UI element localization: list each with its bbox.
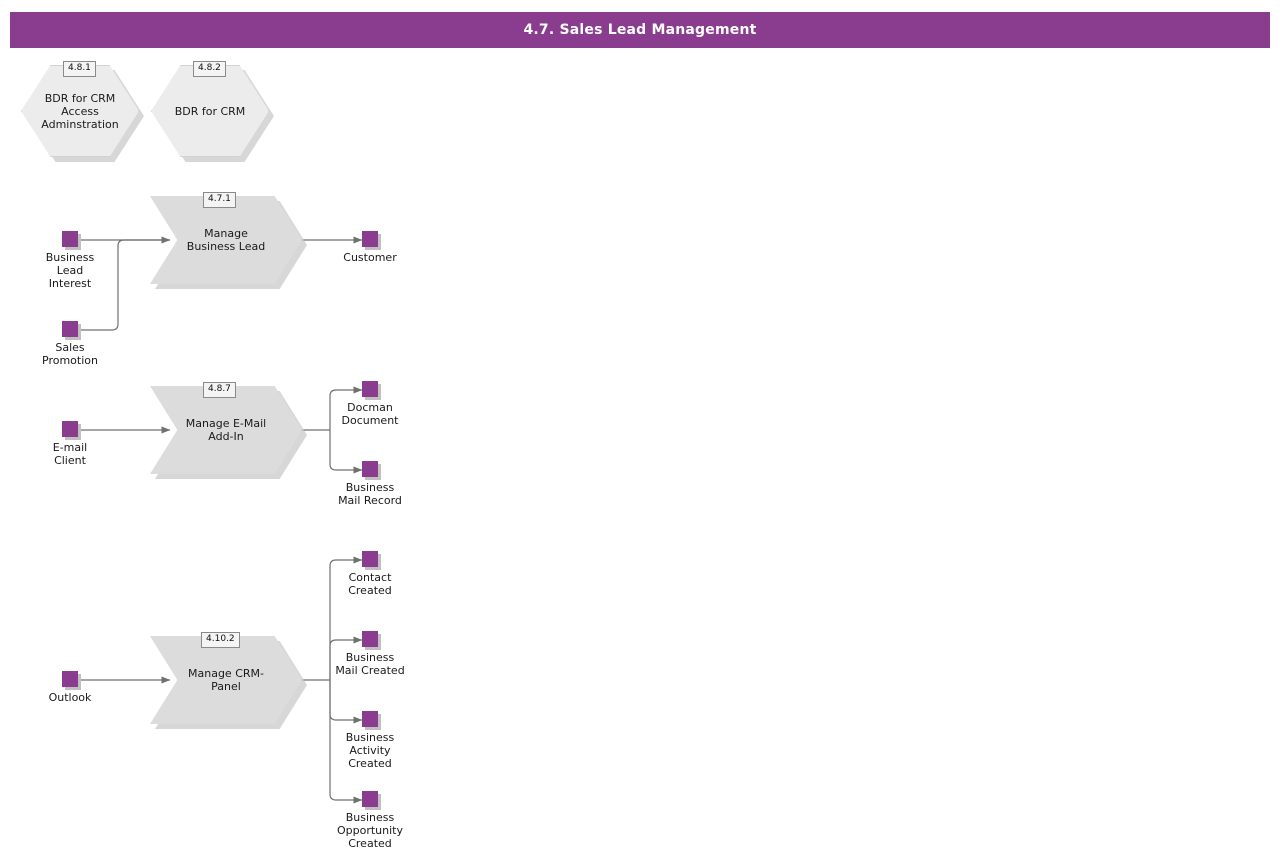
object-square-icon bbox=[362, 791, 378, 807]
process-node-label: Manage E-Mail Add-In bbox=[185, 417, 267, 443]
process-node-label: Manage CRM- Panel bbox=[188, 667, 264, 693]
object-node-label: Outlook bbox=[48, 691, 92, 704]
page-header-bar: 4.7. Sales Lead Management bbox=[10, 12, 1270, 48]
object-node-label: Docman Document bbox=[341, 401, 399, 427]
connector-process487-to-business-mail-record bbox=[329, 430, 363, 474]
object-node-label: Customer bbox=[343, 251, 397, 264]
object-node-label: Business Mail Created bbox=[335, 651, 405, 677]
process-node-manage-email-add-in[interactable]: Manage E-Mail Add-In bbox=[150, 386, 307, 479]
object-square-icon bbox=[362, 231, 378, 247]
domain-node-label: BDR for CRM bbox=[174, 104, 246, 118]
process-id-tag-4-7-1[interactable]: 4.7.1 bbox=[203, 192, 236, 208]
object-node-label: E-mail Client bbox=[52, 441, 88, 467]
object-square-icon bbox=[362, 461, 378, 477]
object-node-label: Business Opportunity Created bbox=[336, 811, 403, 850]
object-square-icon bbox=[62, 321, 78, 337]
object-square-icon bbox=[62, 421, 78, 437]
object-node-label: Contact Created bbox=[348, 571, 392, 597]
object-node-label: Business Lead Interest bbox=[45, 251, 95, 290]
object-square-icon bbox=[362, 631, 378, 647]
domain-node-label: BDR for CRM Access Adminstration bbox=[41, 91, 119, 131]
domain-id-tag-4-8-2[interactable]: 4.8.2 bbox=[193, 61, 226, 77]
object-square-icon bbox=[362, 711, 378, 727]
process-id-tag-4-10-2[interactable]: 4.10.2 bbox=[201, 632, 240, 648]
domain-id-tag-4-8-1[interactable]: 4.8.1 bbox=[63, 61, 96, 77]
object-node-label: Sales Promotion bbox=[42, 341, 98, 367]
object-square-icon bbox=[62, 231, 78, 247]
object-square-icon bbox=[62, 671, 78, 687]
process-id-tag-4-8-7[interactable]: 4.8.7 bbox=[203, 382, 236, 398]
process-node-manage-business-lead[interactable]: Manage Business Lead bbox=[150, 196, 307, 289]
connector-process4102-to-business-activity-created bbox=[329, 680, 363, 724]
object-square-icon bbox=[362, 551, 378, 567]
page-title: 4.7. Sales Lead Management bbox=[523, 22, 757, 38]
object-square-icon bbox=[362, 381, 378, 397]
object-node-label: Business Mail Record bbox=[338, 481, 402, 507]
object-node-label: Business Activity Created bbox=[345, 731, 395, 770]
process-node-label: Manage Business Lead bbox=[186, 227, 266, 253]
process-node-manage-crm-panel[interactable]: Manage CRM- Panel bbox=[150, 636, 307, 729]
